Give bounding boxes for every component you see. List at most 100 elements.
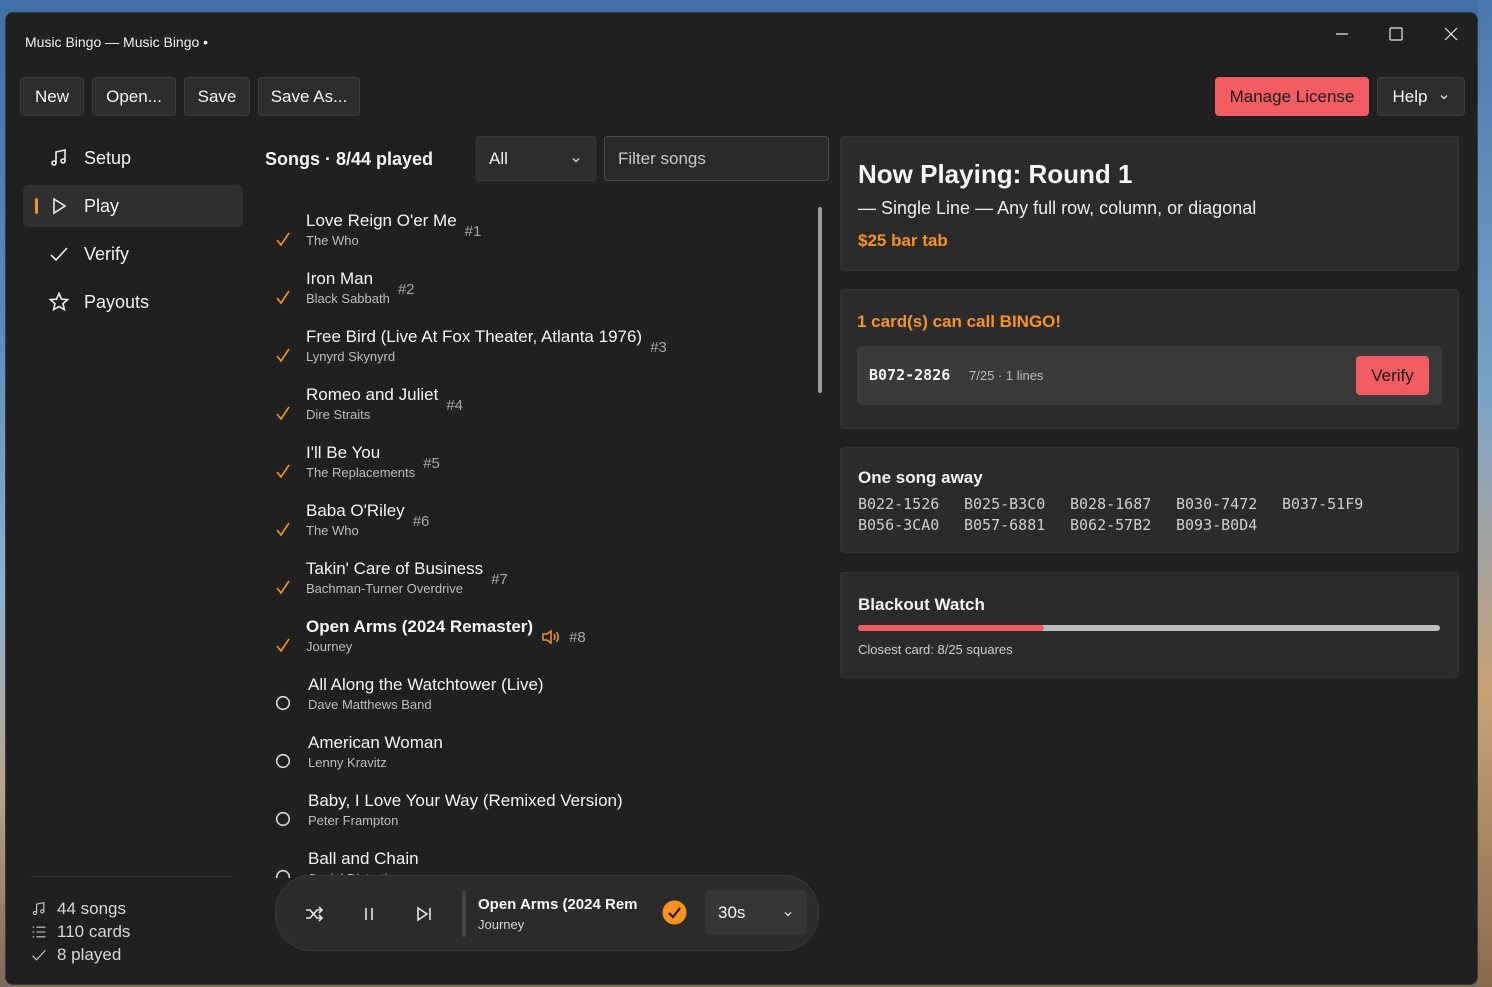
- song-info: Baby, I Love Your Way (Remixed Version) P…: [308, 790, 623, 830]
- list-icon: [32, 926, 46, 938]
- unplayed-circle-icon[interactable]: [274, 868, 292, 878]
- minimize-button[interactable]: [1315, 17, 1369, 51]
- song-play-order: #3: [650, 339, 667, 356]
- bingo-card-meta: 7/25 · 1 lines: [969, 368, 1044, 383]
- nav-label-play: Play: [84, 195, 120, 216]
- song-row[interactable]: Free Bird (Live At Fox Theater, Atlanta …: [261, 326, 801, 382]
- song-title: Iron Man: [306, 269, 374, 288]
- played-check-icon[interactable]: [274, 288, 292, 306]
- dropdown-selected-value: All: [489, 148, 508, 168]
- song-artist: Black Sabbath: [306, 291, 390, 306]
- checkmark-icon: [32, 949, 46, 961]
- skip-next-icon: [417, 906, 431, 922]
- shuffle-icon: [306, 906, 324, 922]
- chevron-down-icon: [1440, 94, 1448, 99]
- nav-item-payouts[interactable]: Payouts: [23, 281, 243, 323]
- chevron-down-icon: [572, 157, 580, 163]
- one-away-card-id: B062-57B2: [1070, 516, 1152, 534]
- song-list-scrollbar[interactable]: [818, 207, 822, 393]
- nav-item-verify[interactable]: Verify: [23, 233, 243, 275]
- shuffle-button[interactable]: [302, 902, 326, 926]
- song-row[interactable]: Iron Man Black Sabbath #2: [261, 268, 801, 324]
- manage-license-button[interactable]: Manage License: [1215, 77, 1369, 116]
- prize-text: $25 bar tab: [858, 231, 948, 250]
- help-label: Help: [1392, 86, 1428, 106]
- nav-item-setup[interactable]: Setup: [23, 137, 243, 179]
- minimize-icon: [1336, 33, 1348, 35]
- player-song-title: Open Arms (2024 Rem: [478, 896, 638, 913]
- music-note-icon: [32, 901, 45, 916]
- song-row[interactable]: Open Arms (2024 Remaster) Journey #8: [261, 616, 801, 672]
- song-artist: Lynyrd Skynyrd: [306, 349, 396, 364]
- played-check-icon[interactable]: [274, 346, 292, 364]
- blackout-progress-track: [858, 625, 1440, 631]
- song-row[interactable]: Baby, I Love Your Way (Remixed Version) P…: [261, 790, 801, 846]
- song-row[interactable]: Romeo and Juliet Dire Straits #4: [261, 384, 801, 440]
- one-song-away-card: One song away B022-1526 B025-B3C0 B028-168…: [840, 447, 1459, 553]
- song-status-dropdown[interactable]: All: [476, 136, 596, 181]
- bingo-callers-card: 1 card(s) can call BINGO! B072-2826 7/25…: [840, 289, 1459, 429]
- clip-duration-value: 30s: [718, 902, 746, 922]
- song-info: Love Reign O'er Me The Who #1: [306, 210, 481, 250]
- song-row[interactable]: Takin' Care of Business Bachman-Turner Ov…: [261, 558, 801, 614]
- save-button[interactable]: Save: [184, 77, 250, 116]
- song-row[interactable]: I'll Be You The Replacements #5: [261, 442, 801, 498]
- played-check-icon[interactable]: [274, 230, 292, 248]
- played-check-icon[interactable]: [274, 520, 292, 538]
- song-play-order: #6: [412, 513, 430, 530]
- unplayed-circle-icon[interactable]: [274, 694, 292, 712]
- song-artist: Dave Matthews Band: [308, 697, 432, 712]
- help-menu-button[interactable]: Help: [1377, 77, 1465, 116]
- song-artist: The Who: [306, 523, 359, 538]
- verify-card-button[interactable]: Verify: [1356, 356, 1429, 395]
- song-row[interactable]: All Along the Watchtower (Live) Dave Matt…: [261, 674, 801, 730]
- checkmark-icon: [48, 243, 70, 265]
- maximize-button[interactable]: [1369, 17, 1423, 51]
- unplayed-circle-icon[interactable]: [274, 752, 292, 770]
- played-check-icon[interactable]: [274, 636, 292, 654]
- song-title: American Woman: [308, 733, 443, 752]
- one-away-card-id: B093-B0D4: [1176, 516, 1258, 534]
- close-button[interactable]: [1424, 17, 1477, 51]
- song-row[interactable]: Ball and ChainSocial Distortion: [261, 848, 801, 878]
- filter-songs-input[interactable]: [604, 136, 829, 181]
- clip-duration-dropdown[interactable]: 30s: [705, 890, 807, 935]
- title-bar: Music Bingo — Music Bingo •: [6, 13, 1477, 69]
- song-title: Ball and Chain: [308, 849, 419, 868]
- nav-item-play[interactable]: Play: [23, 185, 243, 227]
- unplayed-circle-icon[interactable]: [274, 810, 292, 828]
- chevron-down-icon: [784, 911, 792, 917]
- open-button[interactable]: Open...: [92, 77, 176, 116]
- save-as-button[interactable]: Save As...: [258, 77, 360, 116]
- song-info: Free Bird (Live At Fox Theater, Atlanta …: [306, 326, 667, 366]
- player-divider: [462, 891, 466, 937]
- one-away-card-id: B030-7472: [1176, 495, 1258, 513]
- bingo-card-id: B072-2826: [869, 366, 951, 384]
- song-info: Baba O'Riley The Who #6: [306, 500, 429, 540]
- player-song-artist: Journey: [478, 917, 525, 932]
- song-info: Open Arms (2024 Remaster) Journey #8: [306, 616, 586, 656]
- song-title: Open Arms (2024 Remaster): [306, 617, 534, 636]
- mark-played-check-icon[interactable]: [662, 900, 687, 925]
- song-info: Ball and ChainSocial Distortion: [308, 848, 419, 878]
- stat-cards: 110 cards: [31, 921, 130, 943]
- new-button[interactable]: New: [20, 77, 84, 116]
- played-check-icon[interactable]: [274, 404, 292, 422]
- now-playing-speaker-icon: [541, 629, 561, 650]
- nav-divider: [31, 876, 233, 877]
- pause-button[interactable]: [357, 902, 381, 926]
- played-check-icon[interactable]: [274, 578, 292, 596]
- song-row[interactable]: American Woman Lenny Kravitz: [261, 732, 801, 788]
- pattern-description: — Single Line — Any full row, column, or…: [858, 198, 1257, 218]
- one-away-card-id: B022-1526: [858, 495, 940, 513]
- song-row[interactable]: Baba O'Riley The Who #6: [261, 500, 801, 556]
- song-info: Iron Man Black Sabbath #2: [306, 268, 415, 308]
- song-row[interactable]: Love Reign O'er Me The Who #1: [261, 210, 801, 266]
- song-title: I'll Be You: [306, 443, 381, 462]
- song-list: Love Reign O'er Me The Who #1 Iron Man Black…: [261, 198, 816, 878]
- song-play-order: #7: [491, 571, 508, 588]
- played-check-icon[interactable]: [274, 462, 292, 480]
- next-button[interactable]: [412, 902, 436, 926]
- one-song-away-title: One song away: [858, 468, 983, 487]
- song-title: All Along the Watchtower (Live): [308, 675, 544, 694]
